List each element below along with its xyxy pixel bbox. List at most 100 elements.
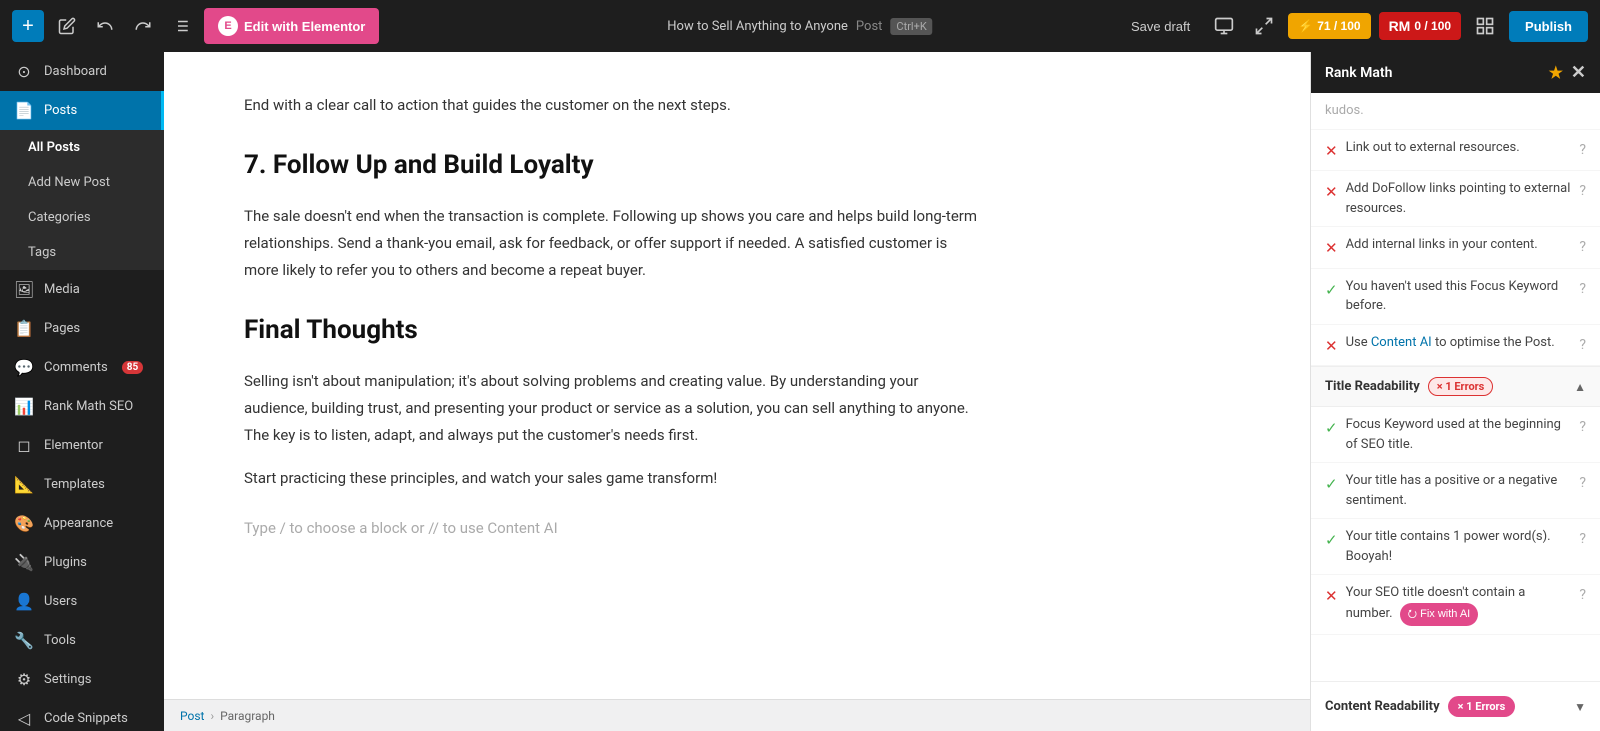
- check-help-fk-beginning[interactable]: ?: [1579, 417, 1586, 438]
- fullscreen-button[interactable]: [1248, 10, 1280, 42]
- sidebar-item-tags[interactable]: Tags: [0, 235, 164, 270]
- status-bar: Post › Paragraph: [164, 699, 1310, 731]
- sidebar-label-users: Users: [44, 594, 77, 609]
- media-icon: 🖼: [14, 280, 34, 299]
- check-item-fk-beginning: ✓ Focus Keyword used at the beginning of…: [1311, 407, 1600, 463]
- check-item-title-sentiment: ✓ Your title has a positive or a negativ…: [1311, 463, 1600, 519]
- kudos-text: kudos.: [1325, 101, 1586, 121]
- panel-star-icon[interactable]: ★: [1549, 63, 1563, 82]
- sidebar-item-plugins[interactable]: 🔌 Plugins: [0, 543, 164, 582]
- sidebar-label-appearance: Appearance: [44, 516, 113, 531]
- elementor-logo-icon: E: [218, 16, 238, 36]
- sidebar-label-media: Media: [44, 282, 80, 297]
- seo-score-label: 71 / 100: [1317, 19, 1360, 33]
- heading-7-section: 7. Follow Up and Build Loyalty The sale …: [244, 143, 984, 284]
- sidebar-item-code-snippets[interactable]: ◁ Code Snippets: [0, 699, 164, 731]
- check-help-focus-keyword[interactable]: ?: [1579, 279, 1586, 300]
- edit-with-elementor-button[interactable]: E Edit with Elementor: [204, 8, 379, 44]
- elementor-button-label: Edit with Elementor: [244, 19, 365, 34]
- comments-badge: 85: [122, 361, 143, 374]
- save-draft-button[interactable]: Save draft: [1121, 13, 1200, 40]
- content-readability-section[interactable]: Content Readability × 1 Errors ▼: [1311, 681, 1600, 731]
- check-help-power-word[interactable]: ?: [1579, 529, 1586, 550]
- check-help-dofollow[interactable]: ?: [1579, 181, 1586, 202]
- sidebar-item-templates[interactable]: 📐 Templates: [0, 465, 164, 504]
- check-help-link-external[interactable]: ?: [1579, 140, 1586, 161]
- sidebar-item-pages[interactable]: 📋 Pages: [0, 309, 164, 348]
- check-help-internal-links[interactable]: ?: [1579, 237, 1586, 258]
- preview-button[interactable]: [1208, 10, 1240, 42]
- sidebar-item-categories[interactable]: Categories: [0, 200, 164, 235]
- check-pass-icon-power-word: ✓: [1325, 529, 1338, 552]
- check-item-link-external: ✕ Link out to external resources. ?: [1311, 130, 1600, 172]
- sidebar-item-comments[interactable]: 💬 Comments 85: [0, 348, 164, 387]
- sidebar-label-elementor: Elementor: [44, 438, 103, 453]
- appearance-icon: 🎨: [14, 514, 34, 533]
- sidebar-label-posts: Posts: [44, 103, 77, 118]
- seo-score-button[interactable]: ⚡ 71 / 100: [1288, 13, 1370, 39]
- check-text-link-external: Link out to external resources.: [1346, 138, 1572, 158]
- sidebar-label-settings: Settings: [44, 672, 91, 687]
- sidebar-item-media[interactable]: 🖼 Media: [0, 270, 164, 309]
- edit-pen-button[interactable]: [52, 11, 82, 41]
- sidebar-item-dashboard[interactable]: ⊙ Dashboard: [0, 52, 164, 91]
- post-title-text: How to Sell Anything to Anyone: [667, 19, 848, 34]
- para-final-1: Selling isn't about manipulation; it's a…: [244, 368, 984, 449]
- sidebar-item-tools[interactable]: 🔧 Tools: [0, 621, 164, 660]
- check-help-content-ai[interactable]: ?: [1579, 335, 1586, 356]
- check-text-fk-beginning: Focus Keyword used at the beginning of S…: [1346, 415, 1572, 454]
- settings-icon: ⚙: [14, 670, 34, 689]
- check-text-title-number: Your SEO title doesn't contain a number.…: [1346, 583, 1572, 626]
- heading-7[interactable]: 7. Follow Up and Build Loyalty: [244, 143, 984, 187]
- sidebar-item-elementor[interactable]: ◻ Elementor: [0, 426, 164, 465]
- undo-button[interactable]: [90, 11, 120, 41]
- title-readability-title: Title Readability: [1325, 379, 1420, 394]
- check-fail-icon-content-ai: ✕: [1325, 335, 1338, 358]
- main-layout: ⊙ Dashboard 📄 Posts All Posts Add New Po…: [0, 52, 1600, 731]
- sidebar-item-settings[interactable]: ⚙ Settings: [0, 660, 164, 699]
- check-help-title-number[interactable]: ?: [1579, 585, 1586, 606]
- heading-final[interactable]: Final Thoughts: [244, 308, 984, 352]
- end-call-to-action-section: End with a clear call to action that gui…: [244, 92, 984, 119]
- sidebar-label-plugins: Plugins: [44, 555, 87, 570]
- check-help-sentiment[interactable]: ?: [1579, 473, 1586, 494]
- post-title-center: How to Sell Anything to Anyone Post Ctrl…: [667, 18, 932, 35]
- content-readability-chevron-icon: ▼: [1574, 700, 1586, 714]
- title-readability-error-badge: × 1 Errors: [1428, 377, 1494, 396]
- sidebar-item-add-new-post[interactable]: Add New Post: [0, 165, 164, 200]
- sidebar-label-code-snippets: Code Snippets: [44, 711, 128, 726]
- sidebar-item-users[interactable]: 👤 Users: [0, 582, 164, 621]
- readability-rank-icon: RM: [1389, 18, 1411, 34]
- type-placeholder-section[interactable]: Type / to choose a block or // to use Co…: [244, 516, 984, 542]
- check-text-focus-keyword: You haven't used this Focus Keyword befo…: [1346, 277, 1572, 316]
- editor-content: End with a clear call to action that gui…: [164, 52, 1064, 699]
- tools-icon: 🔧: [14, 631, 34, 650]
- sidebar: ⊙ Dashboard 📄 Posts All Posts Add New Po…: [0, 52, 164, 731]
- dashboard-icon: ⊙: [14, 62, 34, 81]
- title-readability-header[interactable]: Title Readability × 1 Errors ▲: [1311, 366, 1600, 407]
- sidebar-label-rank-math: Rank Math SEO: [44, 399, 133, 414]
- sidebar-item-rank-math-seo[interactable]: 📊 Rank Math SEO: [0, 387, 164, 426]
- check-fail-icon-link-external: ✕: [1325, 140, 1338, 163]
- settings-panel-button[interactable]: [1469, 10, 1501, 42]
- publish-button[interactable]: Publish: [1509, 11, 1588, 42]
- post-breadcrumb-link[interactable]: Post: [180, 709, 204, 723]
- list-view-button[interactable]: [166, 11, 196, 41]
- users-icon: 👤: [14, 592, 34, 611]
- redo-button[interactable]: [128, 11, 158, 41]
- fix-with-ai-button[interactable]: ⭮ Fix with AI: [1400, 603, 1478, 626]
- panel-close-button[interactable]: ✕: [1571, 62, 1586, 83]
- code-snippets-icon: ◁: [14, 709, 34, 728]
- editor-area[interactable]: End with a clear call to action that gui…: [164, 52, 1310, 699]
- panel-header-left: Rank Math: [1325, 65, 1392, 81]
- readability-score-button[interactable]: RM 0 / 100: [1379, 12, 1461, 40]
- para-final-2: Start practicing these principles, and w…: [244, 465, 984, 492]
- content-ai-link[interactable]: Content AI: [1371, 335, 1432, 350]
- add-block-button[interactable]: +: [12, 10, 44, 42]
- lightning-icon: ⚡: [1298, 19, 1313, 33]
- sidebar-item-all-posts[interactable]: All Posts: [0, 130, 164, 165]
- sidebar-item-posts[interactable]: 📄 Posts: [0, 91, 164, 130]
- sidebar-item-appearance[interactable]: 🎨 Appearance: [0, 504, 164, 543]
- right-panel: Rank Math ★ ✕ kudos. ✕ Link out to exter…: [1310, 52, 1600, 731]
- end-call-to-action-text: End with a clear call to action that gui…: [244, 92, 984, 119]
